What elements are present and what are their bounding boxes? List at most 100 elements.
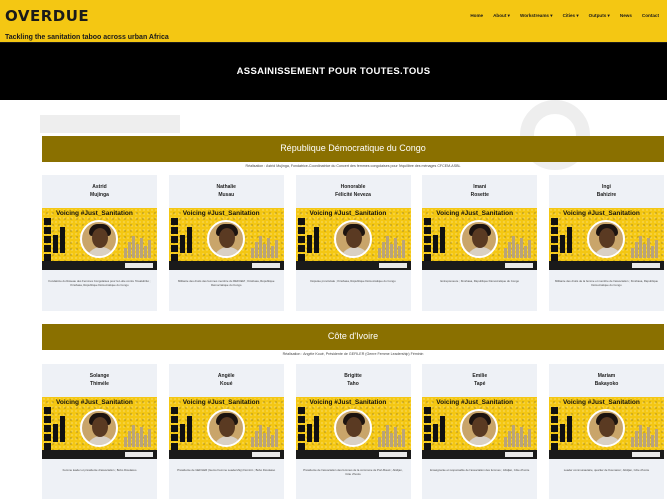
person-last-name: Rosette — [470, 191, 489, 198]
poster-footer — [422, 450, 538, 459]
poster-bar-graphic — [53, 223, 67, 253]
poster-bar-graphic — [560, 412, 574, 442]
person-first-name: Emilie — [472, 373, 488, 379]
poster-footer — [549, 261, 664, 270]
video-poster[interactable]: Voicing #Just_Sanitation — [549, 208, 664, 270]
person-name: Brigitte Taho — [296, 373, 411, 388]
person-description: Enseignante et responsable de l'associat… — [430, 468, 530, 472]
card-row-ci: Solange Thiméle Voicing #Just_Sanitation… — [42, 364, 664, 499]
skyline-graphic — [377, 234, 408, 258]
skyline-graphic — [504, 234, 534, 258]
person-card[interactable]: Mariam Bakayoko Voicing #Just_Sanitation… — [549, 364, 664, 499]
person-last-name: Félicité Neveza — [335, 191, 371, 198]
person-name: Astrid Mujinga — [42, 184, 157, 199]
person-card[interactable]: Solange Thiméle Voicing #Just_Sanitation… — [42, 364, 157, 499]
person-description: Militante des droits des femmes membre d… — [178, 279, 275, 287]
tagline-bar: Tackling the sanitation taboo across urb… — [0, 34, 667, 43]
person-card[interactable]: Emilie Tapé Voicing #Just_Sanitation Ens… — [422, 364, 538, 499]
poster-footer — [295, 261, 411, 270]
portrait-photo — [206, 409, 245, 447]
poster-footer — [295, 450, 411, 459]
person-card[interactable]: Angèle Koué Voicing #Just_Sanitation Pré… — [168, 364, 284, 499]
poster-icon-strip — [297, 218, 306, 266]
person-name: Solange Thiméle — [42, 373, 157, 388]
poster-icon-strip — [424, 218, 432, 266]
video-poster[interactable]: Voicing #Just_Sanitation — [168, 397, 284, 459]
section-title: République Démocratique du Congo — [280, 143, 426, 153]
video-poster[interactable]: Voicing #Just_Sanitation — [42, 397, 157, 459]
poster-bar-graphic — [306, 412, 321, 442]
poster-icon-strip — [44, 407, 52, 455]
skyline-graphic — [124, 234, 154, 258]
skyline-graphic — [631, 423, 661, 447]
video-poster[interactable]: Voicing #Just_Sanitation — [422, 397, 538, 459]
portrait-photo — [333, 220, 372, 258]
poster-bar-graphic — [560, 223, 574, 253]
person-description: Leader communautaire, quartier de Koumas… — [563, 468, 650, 472]
video-poster[interactable]: Voicing #Just_Sanitation — [42, 208, 157, 270]
person-name: Angèle Koué — [169, 373, 284, 388]
portrait-photo — [206, 220, 245, 258]
video-poster[interactable]: Voicing #Just_Sanitation — [549, 397, 664, 459]
video-poster[interactable]: Voicing #Just_Sanitation — [295, 208, 411, 270]
poster-title: Voicing #Just_Sanitation — [180, 399, 262, 406]
person-name: Imani Rosette — [422, 184, 537, 199]
hero-title: ASSAINISSEMENT POUR TOUTES.TOUS — [236, 66, 431, 77]
site-logo[interactable]: OVERDUE — [5, 7, 89, 25]
skyline-graphic — [504, 423, 534, 447]
main-nav: Home About ▾ Workstreams ▾ Cities ▾ Outp… — [460, 13, 659, 19]
person-name: Honorable Félicité Neveza — [296, 184, 411, 199]
nav-contact[interactable]: Contact — [642, 13, 659, 19]
person-first-name: Mariam — [597, 373, 616, 379]
nav-cities[interactable]: Cities ▾ — [563, 13, 579, 19]
poster-title: Voicing #Just_Sanitation — [561, 399, 642, 406]
skyline-graphic — [377, 423, 408, 447]
section-header-ci: Côte d'Ivoire — [42, 324, 664, 350]
person-card[interactable]: Brigitte Taho Voicing #Just_Sanitation P… — [295, 364, 411, 499]
poster-icon-strip — [551, 218, 559, 266]
skyline-graphic — [631, 234, 661, 258]
poster-title: Voicing #Just_Sanitation — [54, 399, 135, 406]
poster-icon-strip — [551, 407, 559, 455]
nav-outputs[interactable]: Outputs ▾ — [589, 13, 610, 19]
portrait-photo — [80, 220, 118, 258]
person-first-name: Honorable — [340, 184, 366, 190]
poster-footer — [42, 261, 157, 270]
nav-about[interactable]: About ▾ — [493, 13, 510, 19]
poster-title: Voicing #Just_Sanitation — [307, 399, 389, 406]
poster-icon-strip — [44, 218, 52, 266]
poster-bar-graphic — [179, 223, 194, 253]
person-card[interactable]: Imani Rosette Voicing #Just_Sanitation E… — [422, 175, 538, 311]
poster-icon-strip — [170, 218, 179, 266]
person-last-name: Musau — [218, 191, 235, 198]
person-last-name: Tapé — [474, 380, 486, 387]
person-card[interactable]: Honorable Félicité Neveza Voicing #Just_… — [295, 175, 411, 311]
poster-footer — [549, 450, 664, 459]
person-description: Femme leader et présidente d'association… — [62, 468, 137, 472]
skyline-graphic — [124, 423, 154, 447]
person-name: Ingi Bahizire — [549, 184, 664, 199]
video-poster[interactable]: Voicing #Just_Sanitation — [422, 208, 538, 270]
person-first-name: Ingi — [602, 184, 611, 190]
person-last-name: Bahizire — [596, 191, 617, 198]
poster-bar-graphic — [179, 412, 194, 442]
person-name: Nathalie Musau — [169, 184, 284, 199]
person-last-name: Thiméle — [90, 380, 109, 387]
poster-icon-strip — [170, 407, 179, 455]
nav-home[interactable]: Home — [470, 13, 483, 19]
person-first-name: Imani — [473, 184, 487, 190]
poster-footer — [42, 450, 157, 459]
section-header-drc: République Démocratique du Congo — [42, 136, 664, 162]
video-poster[interactable]: Voicing #Just_Sanitation — [295, 397, 411, 459]
nav-workstreams[interactable]: Workstreams ▾ — [520, 13, 553, 19]
poster-bar-graphic — [433, 412, 447, 442]
person-card[interactable]: Nathalie Musau Voicing #Just_Sanitation … — [168, 175, 284, 311]
nav-news[interactable]: News — [620, 13, 632, 19]
card-row-drc: Astrid Mujinga Voicing #Just_Sanitation … — [42, 175, 664, 311]
portrait-photo — [333, 409, 372, 447]
portrait-photo — [460, 409, 499, 447]
video-poster[interactable]: Voicing #Just_Sanitation — [168, 208, 284, 270]
poster-title: Voicing #Just_Sanitation — [180, 210, 262, 217]
person-card[interactable]: Astrid Mujinga Voicing #Just_Sanitation … — [42, 175, 157, 311]
person-card[interactable]: Ingi Bahizire Voicing #Just_Sanitation M… — [549, 175, 664, 311]
